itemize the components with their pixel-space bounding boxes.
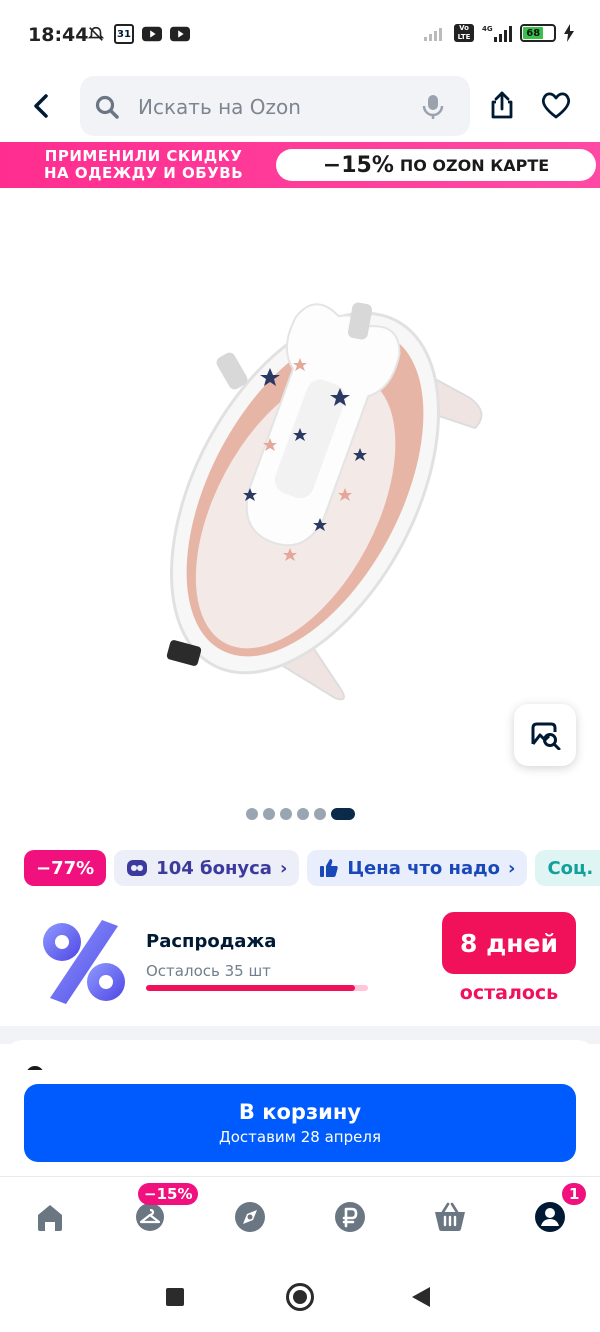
nav-discover[interactable] <box>230 1197 270 1237</box>
gallery-dot[interactable] <box>263 808 275 820</box>
nav-profile[interactable] <box>530 1197 570 1237</box>
promo-banner[interactable]: ПРИМЕНИЛИ СКИДКУ НА ОДЕЖДУ И ОБУВЬ −15% … <box>0 142 600 188</box>
system-navigation-bar <box>0 1262 600 1332</box>
profile-notification-badge: 1 <box>562 1183 587 1205</box>
promo-discount-text: ПО OZON КАРТЕ <box>399 155 550 175</box>
gallery-dot-active[interactable] <box>331 808 355 820</box>
product-gallery[interactable] <box>0 188 600 836</box>
sale-days-badge: 8 дней <box>442 912 576 974</box>
bonus-badge-label: 104 бонуса <box>156 857 272 879</box>
compass-icon <box>235 1202 265 1232</box>
volte-icon: Vo LTE <box>454 24 474 42</box>
battery-level: 68 <box>523 27 544 39</box>
good-price-badge-label: Цена что надо <box>347 857 501 879</box>
gallery-dot[interactable] <box>280 808 292 820</box>
battery-icon: 68 <box>520 24 556 42</box>
delivery-date: Доставим 28 апреля <box>219 1128 381 1146</box>
social-badge-label: Соц. се <box>547 857 600 879</box>
signal-4g-icon: 4G <box>482 25 512 42</box>
sale-remaining: Осталось 35 шт <box>146 962 271 980</box>
status-time: 18:44 <box>28 24 89 46</box>
discount-badge-label: −77% <box>36 857 95 879</box>
youtube-icon <box>170 26 190 42</box>
recent-apps-button[interactable] <box>166 1288 184 1306</box>
signal-icon <box>424 28 442 41</box>
status-notification-icons: 31 <box>86 24 190 44</box>
sale-days-label: осталось <box>459 982 559 1004</box>
home-button[interactable] <box>286 1283 314 1311</box>
product-badges: −77% 104 бонуса › Цена что надо › Соц. с… <box>24 850 600 888</box>
gallery-dot[interactable] <box>314 808 326 820</box>
sale-title: Распродажа <box>146 931 277 952</box>
promo-line-1: ПРИМЕНИЛИ СКИДКУ <box>44 147 243 165</box>
thumbs-up-icon <box>320 859 339 877</box>
bonus-icon <box>127 860 148 876</box>
home-icon <box>38 1205 62 1231</box>
muted-bell-icon <box>87 26 105 41</box>
add-to-cart-button[interactable]: В корзину Доставим 28 апреля <box>24 1084 576 1162</box>
ruble-icon <box>335 1202 365 1232</box>
youtube-icon <box>142 26 162 42</box>
gallery-dot[interactable] <box>297 808 309 820</box>
hanger-icon <box>136 1203 164 1231</box>
promo-discount-value: −15% <box>322 152 394 178</box>
sale-progress-bar <box>146 985 368 991</box>
promo-discount-pill: −15% ПО OZON КАРТЕ <box>276 149 596 181</box>
cart-panel: В корзину Доставим 28 апреля <box>0 1070 600 1174</box>
profile-icon <box>535 1202 565 1232</box>
social-badge[interactable]: Соц. се <box>535 850 600 886</box>
search-placeholder: Искать на Ozon <box>138 95 301 119</box>
add-to-cart-label: В корзину <box>238 1100 362 1124</box>
image-search-icon <box>531 722 561 750</box>
product-image <box>166 302 483 701</box>
back-arrow-icon[interactable] <box>28 92 56 120</box>
charging-icon <box>564 24 574 42</box>
status-bar: 18:44 31 Vo LTE 4G 68 <box>0 0 600 72</box>
chevron-right-icon: › <box>508 857 516 879</box>
share-icon[interactable] <box>488 90 516 120</box>
back-button[interactable] <box>412 1287 430 1307</box>
calendar-icon: 31 <box>114 24 134 44</box>
gallery-dot[interactable] <box>246 808 258 820</box>
visual-search-button[interactable] <box>514 704 576 766</box>
promo-text: ПРИМЕНИЛИ СКИДКУ НА ОДЕЖДУ И ОБУВЬ <box>44 148 243 182</box>
percent-icon <box>43 920 125 1004</box>
bottom-navigation: −15% 1 <box>0 1176 600 1260</box>
favorite-heart-icon[interactable] <box>540 90 572 120</box>
nav-cart[interactable] <box>430 1197 470 1237</box>
sale-progress-fill <box>146 985 355 991</box>
sale-card[interactable]: Распродажа Осталось 35 шт 8 дней осталос… <box>0 898 600 1026</box>
bonus-badge[interactable]: 104 бонуса › <box>114 850 300 886</box>
chevron-right-icon: › <box>279 857 288 879</box>
microphone-icon[interactable] <box>422 94 444 120</box>
status-system-icons: Vo LTE 4G 68 <box>424 24 574 42</box>
promo-line-2: НА ОДЕЖДУ И ОБУВЬ <box>44 164 244 182</box>
fashion-discount-badge: −15% <box>138 1183 199 1205</box>
basket-icon <box>435 1202 465 1231</box>
search-input[interactable]: Искать на Ozon <box>80 76 470 136</box>
discount-badge: −77% <box>24 850 107 886</box>
nav-home[interactable] <box>30 1197 70 1237</box>
top-header: Искать на Ozon <box>0 72 600 142</box>
svg-text:4G: 4G <box>482 25 493 33</box>
nav-finance[interactable] <box>330 1197 370 1237</box>
good-price-badge[interactable]: Цена что надо › <box>307 850 528 886</box>
search-icon <box>95 95 119 119</box>
gallery-pagination[interactable] <box>246 808 355 820</box>
